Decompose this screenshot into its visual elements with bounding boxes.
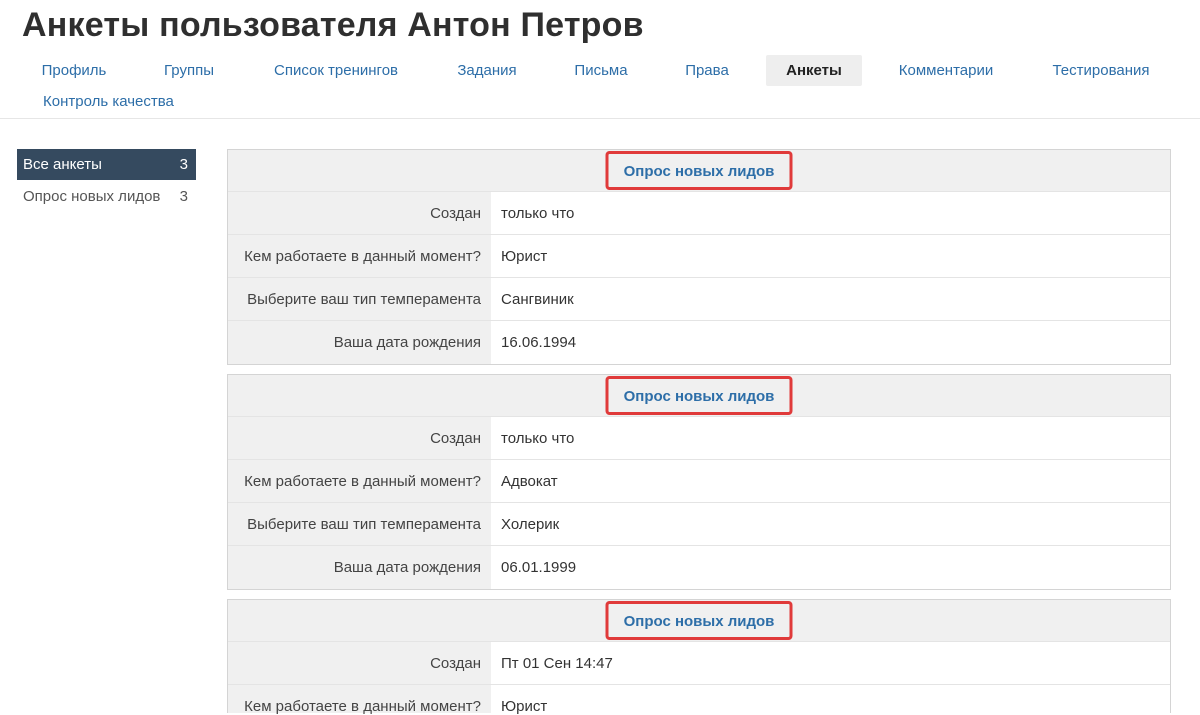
survey-card: Опрос новых лидов Создан только что Кем …	[227, 149, 1171, 365]
survey-row: Создан Пт 01 Сен 14:47	[228, 642, 1170, 685]
survey-row-value: Холерик	[501, 516, 560, 533]
survey-row-value: Пт 01 Сен 14:47	[501, 655, 613, 672]
survey-row: Кем работаете в данный момент? Адвокат	[228, 460, 1170, 503]
survey-filter-sidebar: Все анкеты 3 Опрос новых лидов 3	[17, 149, 196, 212]
survey-row-value: 16.06.1994	[501, 334, 577, 351]
survey-card-header: Опрос новых лидов	[228, 150, 1170, 192]
survey-title-link[interactable]: Опрос новых лидов	[605, 601, 793, 640]
sidebar-item-count: 3	[179, 188, 188, 205]
survey-row: Кем работаете в данный момент? Юрист	[228, 685, 1170, 715]
survey-row: Выберите ваш тип темперамента Сангвиник	[228, 278, 1170, 321]
survey-row-label: Выберите ваш тип темперамента	[228, 278, 491, 320]
survey-row-label: Выберите ваш тип темперамента	[228, 503, 491, 545]
survey-row-label: Ваша дата рождения	[228, 546, 491, 589]
survey-row-label: Создан	[228, 642, 491, 684]
survey-card: Опрос новых лидов Создан только что Кем …	[227, 374, 1171, 590]
page: Анкеты пользователя Антон Петров Профиль…	[0, 0, 1200, 715]
survey-row: Создан только что	[228, 417, 1170, 460]
tab-surveys[interactable]: Анкеты	[766, 55, 862, 86]
tab-tasks[interactable]: Задания	[444, 55, 530, 86]
survey-card-header: Опрос новых лидов	[228, 600, 1170, 642]
survey-card: Опрос новых лидов Создан Пт 01 Сен 14:47…	[227, 599, 1171, 715]
user-tabs: Профиль Группы Список тренингов Задания …	[0, 55, 1200, 119]
sidebar-item-count: 3	[179, 156, 188, 173]
survey-card-header: Опрос новых лидов	[228, 375, 1170, 417]
survey-row-value: Юрист	[501, 698, 548, 715]
survey-row-label: Ваша дата рождения	[228, 321, 491, 364]
tab-quality-control[interactable]: Контроль качества	[30, 86, 190, 117]
survey-row-label: Кем работаете в данный момент?	[228, 235, 491, 277]
sidebar-item-label: Опрос новых лидов	[23, 188, 161, 205]
survey-row-value: Сангвиник	[501, 291, 574, 308]
page-title: Анкеты пользователя Антон Петров	[22, 6, 644, 44]
survey-row-label: Кем работаете в данный момент?	[228, 685, 491, 715]
survey-row-value: Юрист	[501, 248, 548, 265]
tab-groups[interactable]: Группы	[150, 55, 228, 86]
tab-trainings[interactable]: Список тренингов	[258, 55, 414, 86]
survey-row: Создан только что	[228, 192, 1170, 235]
tab-comments[interactable]: Комментарии	[884, 55, 1008, 86]
survey-row-value: только что	[501, 205, 575, 222]
survey-row-value: 06.01.1999	[501, 559, 577, 576]
survey-row: Ваша дата рождения 16.06.1994	[228, 321, 1170, 364]
survey-row-label: Создан	[228, 192, 491, 234]
sidebar-item-all-surveys[interactable]: Все анкеты 3	[17, 149, 196, 180]
tab-tests[interactable]: Тестирования	[1038, 55, 1164, 86]
sidebar-item-label: Все анкеты	[23, 156, 102, 173]
survey-title-link[interactable]: Опрос новых лидов	[605, 151, 793, 190]
survey-row-label: Создан	[228, 417, 491, 459]
survey-row: Кем работаете в данный момент? Юрист	[228, 235, 1170, 278]
survey-row: Ваша дата рождения 06.01.1999	[228, 546, 1170, 589]
survey-row-value: Адвокат	[501, 473, 558, 490]
survey-row-value: только что	[501, 430, 575, 447]
survey-row: Выберите ваш тип темперамента Холерик	[228, 503, 1170, 546]
tab-rights[interactable]: Права	[672, 55, 742, 86]
tab-profile[interactable]: Профиль	[30, 55, 118, 86]
sidebar-item-new-leads-survey[interactable]: Опрос новых лидов 3	[17, 181, 196, 212]
tab-letters[interactable]: Письма	[560, 55, 642, 86]
survey-title-link[interactable]: Опрос новых лидов	[605, 376, 793, 415]
survey-row-label: Кем работаете в данный момент?	[228, 460, 491, 502]
